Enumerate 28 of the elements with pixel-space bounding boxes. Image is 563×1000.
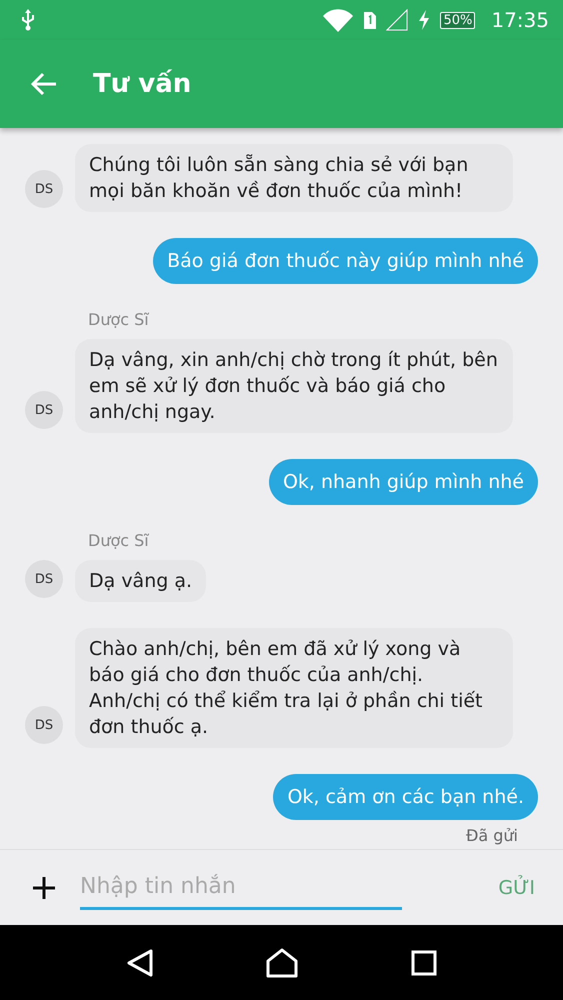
sender-name: Dược Sĩ xyxy=(88,310,149,329)
avatar: DS xyxy=(25,391,63,429)
message-bubble: Ok, cảm ơn các bạn nhé. xyxy=(273,774,538,820)
avatar: DS xyxy=(25,170,63,208)
sender-name: Dược Sĩ xyxy=(88,531,149,550)
signal-icon xyxy=(386,9,408,31)
message-bubble: Dạ vâng ạ. xyxy=(75,560,206,602)
message-bubble: Chúng tôi luôn sẵn sàng chia sẻ với bạn mọi băn khoăn về đơn thuốc của mình! xyxy=(75,144,513,212)
home-icon[interactable] xyxy=(266,948,298,978)
wifi-icon xyxy=(322,8,354,32)
message-bubble: Báo giá đơn thuốc này giúp mình nhé xyxy=(153,238,538,284)
recents-icon[interactable] xyxy=(410,950,436,976)
message-input[interactable]: Nhập tin nhắn xyxy=(80,866,402,910)
message-bubble: Chào anh/chị, bên em đã xử lý xong và báo giá cho đơn thuốc của anh/chị. Anh/chị có thể kiểm tra lại ở phần chi tiết đơn thuốc ạ. xyxy=(75,628,513,748)
back-icon[interactable] xyxy=(126,948,152,976)
message-bubble: Ok, nhanh giúp mình nhé xyxy=(268,459,538,505)
clock: 17:35 xyxy=(491,8,549,32)
plus-icon[interactable] xyxy=(33,876,55,898)
screen-title: Tư vấn xyxy=(93,69,192,99)
avatar: DS xyxy=(25,706,63,744)
sim-card-icon xyxy=(364,12,376,28)
battery-indicator: 50% xyxy=(440,12,476,28)
avatar: DS xyxy=(25,560,63,598)
charging-icon xyxy=(418,10,430,30)
delivery-status: Đã gửi xyxy=(466,826,518,845)
usb-icon xyxy=(20,9,36,31)
back-arrow-icon[interactable] xyxy=(31,72,57,96)
message-bubble: Dạ vâng, xin anh/chị chờ trong ít phút, bên em sẽ xử lý đơn thuốc và báo giá cho anh/chị ngay. xyxy=(75,339,513,433)
